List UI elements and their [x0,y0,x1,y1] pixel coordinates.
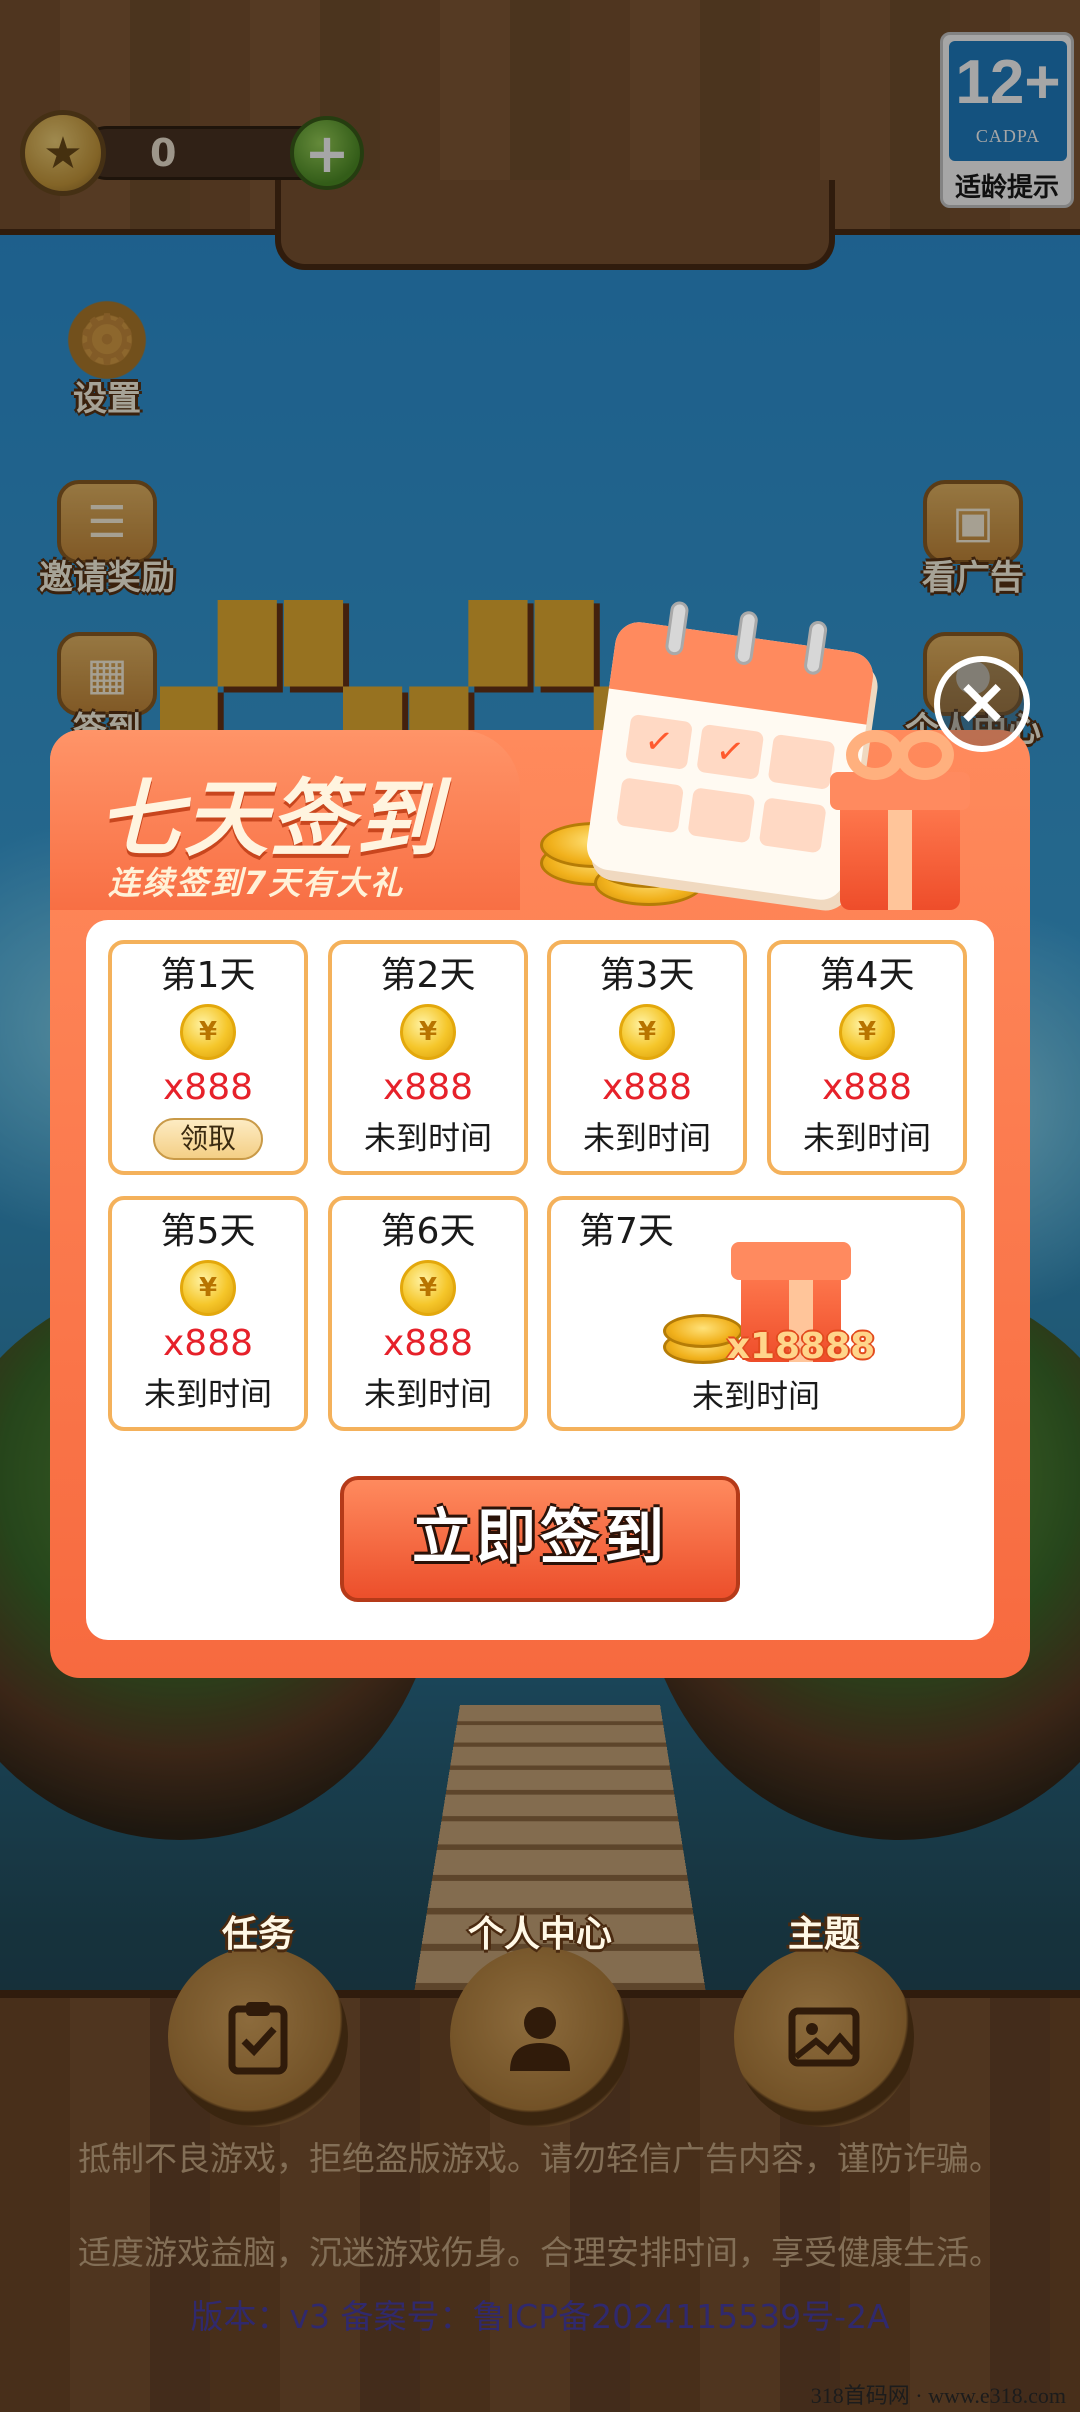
day-label: 第4天 [819,955,915,996]
check-mark-icon: ✓ [713,730,748,774]
reward-amount: x888 [382,1067,474,1108]
coin-icon: ¥ [180,1004,236,1060]
day-status: 未到时间 [802,1119,931,1157]
check-mark-icon: ✓ [642,720,676,764]
claim-button[interactable]: 领取 [153,1118,263,1160]
reward-amount: x888 [821,1067,913,1108]
sign-in-now-button[interactable]: 立即签到 [340,1476,740,1602]
day-card-6: 第6天 ¥ x888 未到时间 [328,1196,528,1431]
day-status: 未到时间 [691,1377,820,1415]
gift-box-illustration [830,730,970,910]
calendar-illustration: ✓ ✓ [583,600,877,903]
day-label: 第2天 [380,955,476,996]
reward-amount: x888 [162,1323,254,1364]
coin-icon: ¥ [180,1260,236,1316]
reward-amount: x888 [601,1067,693,1108]
day-label: 第6天 [380,1211,476,1252]
day-label: 第3天 [599,955,695,996]
day-card-3: 第3天 ¥ x888 未到时间 [547,940,747,1175]
day-status: 未到时间 [363,1375,492,1413]
day-card-7: 第7天 x18888 未到时间 [547,1196,965,1431]
day-label: 第5天 [160,1211,256,1252]
close-button[interactable]: × [934,656,1030,752]
nav-tasks-label: 任务 [221,1914,294,1955]
coin-icon: ¥ [400,1004,456,1060]
day-status: 未到时间 [363,1119,492,1157]
coin-icon: ¥ [619,1004,675,1060]
dialog-title: 七天签到 [98,770,443,868]
nav-theme-label: 主题 [787,1914,860,1955]
nav-profile-label: 个人中心 [467,1914,612,1955]
dialog-subtitle: 连续签到7天有大礼 [108,864,405,902]
day-label: 第1天 [160,955,256,996]
reward-amount: x18888 [726,1326,876,1367]
coin-icon: ¥ [839,1004,895,1060]
day-status: 未到时间 [143,1375,272,1413]
day-card-2: 第2天 ¥ x888 未到时间 [328,940,528,1175]
reward-amount: x888 [162,1067,254,1108]
day-card-5: 第5天 ¥ x888 未到时间 [108,1196,308,1431]
reward-amount: x888 [382,1323,474,1364]
day-status: 未到时间 [582,1119,711,1157]
coin-icon: ¥ [400,1260,456,1316]
day-card-4: 第4天 ¥ x888 未到时间 [767,940,967,1175]
day-card-1[interactable]: 第1天 ¥ x888 领取 [108,940,308,1175]
